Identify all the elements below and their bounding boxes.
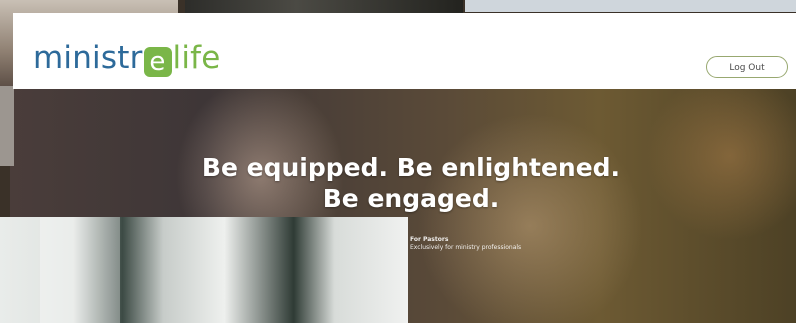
logo-text-blue: ministr [33, 40, 143, 76]
hero-feature-caption: For Pastors Exclusively for ministry pro… [410, 236, 521, 252]
collage-image-bottom-left [0, 217, 408, 323]
logout-button[interactable]: Log Out [706, 56, 788, 78]
hero-feature-text: Exclusively for ministry professionals [410, 244, 522, 251]
ministrelife-logo[interactable]: ministr e life [33, 39, 221, 77]
hero-headline-line-1: Be equipped. Be enlightened. [201, 153, 621, 182]
collage-image-top-right [465, 0, 796, 12]
logo-e-mark-icon: e [143, 47, 172, 77]
site-header: ministr e life Log Out [13, 13, 796, 89]
hero-headline: Be equipped. Be enlightened. Be engaged. [196, 152, 626, 214]
hero-headline-line-2: Be engaged. [322, 184, 500, 213]
logo-text-green: life [172, 40, 221, 76]
hero-feature-title: For Pastors [410, 236, 449, 243]
collage-image-top-middle [185, 0, 463, 14]
collage-image-left-strip [0, 86, 14, 166]
